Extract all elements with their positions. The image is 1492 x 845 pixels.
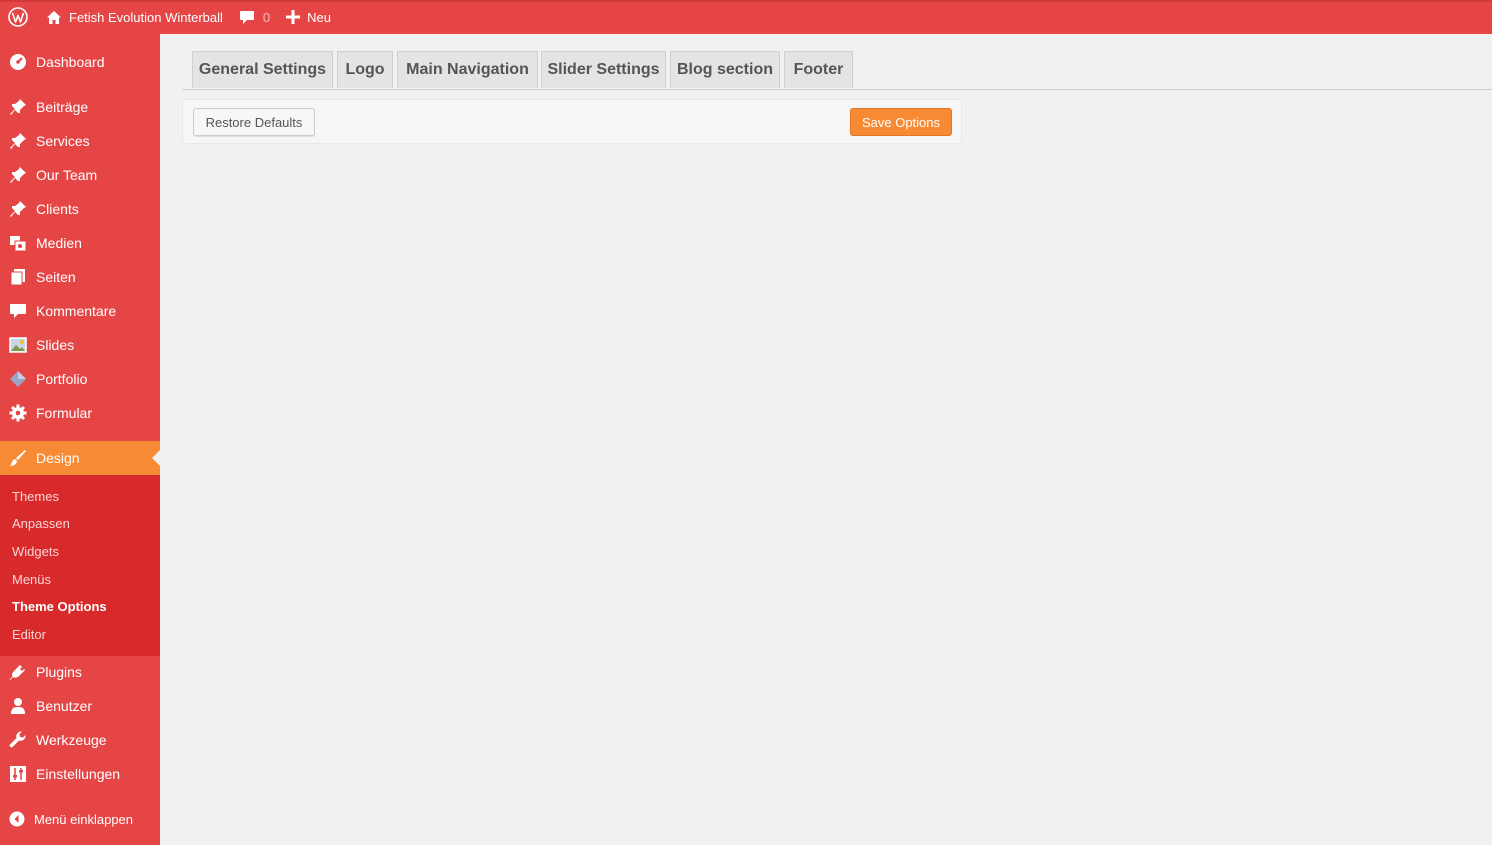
settings-icon bbox=[0, 765, 36, 783]
portfolio-icon bbox=[0, 370, 36, 388]
sidebar-item-our-team[interactable]: Our Team bbox=[0, 158, 160, 192]
site-name-label: Fetish Evolution Winterball bbox=[69, 9, 223, 25]
gear-icon bbox=[0, 404, 36, 422]
submenu-item-themes[interactable]: Themes bbox=[12, 489, 59, 504]
sidebar-item-kommentare[interactable]: Kommentare bbox=[0, 294, 160, 328]
options-toolbar: Restore Defaults Save Options bbox=[182, 99, 962, 144]
tab-general-settings[interactable]: General Settings bbox=[192, 51, 333, 88]
comment-icon bbox=[0, 302, 36, 320]
sidebar-item-einstellungen[interactable]: Einstellungen bbox=[0, 757, 160, 791]
slides-icon bbox=[0, 336, 36, 354]
home-icon bbox=[47, 10, 61, 24]
tab-footer[interactable]: Footer bbox=[784, 51, 853, 88]
submenu-item-menus[interactable]: Menüs bbox=[12, 572, 51, 587]
sidebar-item-label: Dashboard bbox=[36, 54, 105, 70]
sidebar-item-services[interactable]: Services bbox=[0, 124, 160, 158]
sidebar-item-label: Services bbox=[36, 133, 90, 149]
comment-icon bbox=[239, 10, 254, 24]
sidebar-item-label: Medien bbox=[36, 235, 82, 251]
sidebar-item-label: Portfolio bbox=[36, 371, 88, 387]
comments-link[interactable]: 0 bbox=[231, 0, 278, 34]
sidebar-item-slides[interactable]: Slides bbox=[0, 328, 160, 362]
plugin-icon bbox=[0, 663, 36, 681]
media-icon bbox=[0, 234, 36, 252]
collapse-icon bbox=[0, 811, 34, 827]
sidebar-item-seiten[interactable]: Seiten bbox=[0, 260, 160, 294]
tab-main-navigation[interactable]: Main Navigation bbox=[397, 51, 538, 88]
pin-icon bbox=[0, 200, 36, 218]
admin-sidebar: Dashboard Beiträge Services Our Team Cli… bbox=[0, 34, 160, 845]
wordpress-logo-icon bbox=[8, 7, 28, 27]
design-submenu: Themes Anpassen Widgets Menüs Theme Opti… bbox=[0, 475, 160, 656]
submenu-item-anpassen[interactable]: Anpassen bbox=[12, 516, 70, 531]
wrench-icon bbox=[0, 731, 36, 749]
pin-icon bbox=[0, 166, 36, 184]
sidebar-item-plugins[interactable]: Plugins bbox=[0, 655, 160, 689]
sidebar-item-portfolio[interactable]: Portfolio bbox=[0, 362, 160, 396]
current-menu-arrow bbox=[152, 450, 160, 466]
sidebar-item-label: Kommentare bbox=[36, 303, 117, 319]
save-options-button[interactable]: Save Options bbox=[850, 108, 952, 136]
user-icon bbox=[0, 697, 36, 715]
site-name-link[interactable]: Fetish Evolution Winterball bbox=[38, 0, 231, 34]
sidebar-item-formular[interactable]: Formular bbox=[0, 396, 160, 430]
sidebar-item-dashboard[interactable]: Dashboard bbox=[0, 45, 160, 79]
submenu-item-widgets[interactable]: Widgets bbox=[12, 544, 59, 559]
pin-icon bbox=[0, 98, 36, 116]
sidebar-item-label: Benutzer bbox=[36, 698, 93, 714]
new-content-link[interactable]: Neu bbox=[278, 0, 339, 34]
wordpress-logo-button[interactable] bbox=[0, 0, 38, 34]
comments-count: 0 bbox=[262, 9, 271, 25]
sidebar-item-label: Design bbox=[36, 450, 80, 466]
tab-slider-settings[interactable]: Slider Settings bbox=[541, 51, 666, 88]
admin-bar: Fetish Evolution Winterball 0 Neu bbox=[0, 0, 1492, 34]
sidebar-item-label: Beiträge bbox=[36, 99, 89, 115]
dashboard-icon bbox=[0, 53, 36, 71]
submenu-item-theme-options[interactable]: Theme Options bbox=[12, 599, 107, 614]
theme-options-tabs: General Settings Logo Main Navigation Sl… bbox=[182, 51, 1492, 90]
pages-icon bbox=[0, 268, 36, 286]
sidebar-item-design[interactable]: Design bbox=[0, 441, 160, 475]
sidebar-item-label: Formular bbox=[36, 405, 93, 421]
sidebar-item-label: Plugins bbox=[36, 664, 82, 680]
sidebar-item-benutzer[interactable]: Benutzer bbox=[0, 689, 160, 723]
new-label: Neu bbox=[307, 9, 331, 25]
restore-defaults-button[interactable]: Restore Defaults bbox=[193, 108, 315, 136]
sidebar-item-werkzeuge[interactable]: Werkzeuge bbox=[0, 723, 160, 757]
tab-logo[interactable]: Logo bbox=[337, 51, 393, 88]
sidebar-item-label: Slides bbox=[36, 337, 75, 353]
sidebar-item-clients[interactable]: Clients bbox=[0, 192, 160, 226]
sidebar-item-label: Werkzeuge bbox=[36, 732, 107, 748]
sidebar-item-label: Our Team bbox=[36, 167, 98, 183]
sidebar-item-medien[interactable]: Medien bbox=[0, 226, 160, 260]
sidebar-item-label: Clients bbox=[36, 201, 79, 217]
plus-icon bbox=[286, 10, 301, 24]
sidebar-item-beitraege[interactable]: Beiträge bbox=[0, 90, 160, 124]
brush-icon bbox=[0, 449, 36, 467]
admin-bar-top-line bbox=[0, 0, 1492, 2]
submenu-item-editor[interactable]: Editor bbox=[12, 627, 46, 642]
collapse-menu-button[interactable]: Menü einklappen bbox=[0, 806, 160, 832]
tab-blog-section[interactable]: Blog section bbox=[670, 51, 780, 88]
collapse-menu-label: Menü einklappen bbox=[34, 811, 134, 827]
sidebar-item-label: Einstellungen bbox=[36, 766, 121, 782]
sidebar-item-label: Seiten bbox=[36, 269, 76, 285]
pin-icon bbox=[0, 132, 36, 150]
